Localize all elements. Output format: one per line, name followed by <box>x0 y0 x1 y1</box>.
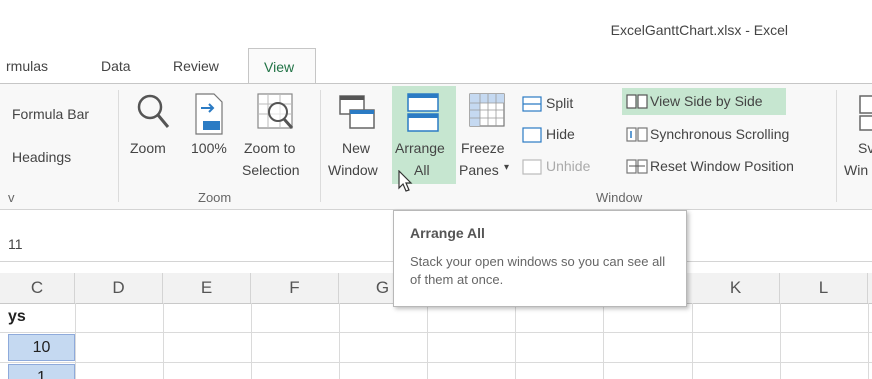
column-header-k[interactable]: K <box>692 273 780 303</box>
magnifier-icon <box>137 94 170 128</box>
tab-review[interactable]: Review <box>173 58 219 74</box>
column-header-c[interactable]: C <box>0 273 75 303</box>
column-gridline <box>692 303 693 379</box>
new-window-button[interactable]: New Window <box>326 86 390 186</box>
zoom-to-label-2: Selection <box>242 162 300 178</box>
tab-view-label: View <box>264 59 295 75</box>
column-gridline <box>603 303 604 379</box>
view-side-by-side-button[interactable]: View Side by Side <box>622 88 786 115</box>
switch-windows-label-2: Win <box>844 162 869 178</box>
cell-c-row1[interactable]: 10 <box>8 334 75 361</box>
hide-icon <box>522 127 542 143</box>
show-group-label: v <box>8 190 15 205</box>
group-divider <box>836 90 837 202</box>
zoom-100-button[interactable]: 100% <box>188 86 234 186</box>
zoom-to-label-1: Zoom to <box>244 140 296 156</box>
hide-label: Hide <box>546 126 575 142</box>
group-divider <box>118 90 119 202</box>
group-divider <box>320 90 321 202</box>
column-header-d[interactable]: D <box>75 273 163 303</box>
new-window-label-1: New <box>342 140 371 156</box>
unhide-label: Unhide <box>546 158 591 174</box>
column-header-l[interactable]: L <box>780 273 868 303</box>
column-gridline <box>868 303 869 379</box>
switch-windows-button[interactable]: Sv Win <box>842 86 872 186</box>
tab-data[interactable]: Data <box>101 58 131 74</box>
freeze-panes-button[interactable]: Freeze Panes ▾ <box>458 86 516 186</box>
window-title: ExcelGanttChart.xlsx - Excel <box>610 22 788 38</box>
name-box[interactable]: 11 <box>8 236 23 252</box>
arrange-all-icon <box>407 93 439 132</box>
column-header-f[interactable]: F <box>251 273 339 303</box>
view-side-by-side-label: View Side by Side <box>650 93 763 109</box>
reset-window-position-label: Reset Window Position <box>650 158 794 174</box>
formula-bar-checkbox[interactable]: Formula Bar <box>12 106 89 122</box>
reset-window-position-button[interactable]: Reset Window Position <box>622 154 832 178</box>
zoom-100-icon <box>195 93 223 135</box>
new-window-icon <box>339 95 375 129</box>
column-gridline <box>75 303 76 379</box>
synchronous-scrolling-label: Synchronous Scrolling <box>650 126 790 142</box>
zoom-selection-icon <box>257 93 294 129</box>
tooltip-title: Arrange All <box>410 225 485 241</box>
arrange-all-label-1: Arrange <box>395 140 445 156</box>
side-by-side-icon <box>626 94 648 109</box>
headings-checkbox[interactable]: Headings <box>12 149 71 165</box>
column-gridline <box>780 303 781 379</box>
freeze-panes-label-1: Freeze <box>461 140 505 156</box>
freeze-panes-icon <box>469 93 505 127</box>
freeze-panes-dropdown-icon: ▾ <box>504 162 510 173</box>
arrange-all-label-2: All <box>414 162 430 178</box>
sync-scroll-icon <box>626 127 648 142</box>
hide-button[interactable]: Hide <box>520 125 608 145</box>
unhide-icon <box>522 159 542 175</box>
tab-view[interactable]: View <box>248 48 316 84</box>
tooltip-body: Stack your open windows so you can see a… <box>410 254 666 287</box>
column-gridline <box>251 303 252 379</box>
window-group-label: Window <box>596 190 643 205</box>
split-button[interactable]: Split <box>520 94 608 114</box>
zoom-label: Zoom <box>130 140 166 156</box>
synchronous-scrolling-button[interactable]: Synchronous Scrolling <box>622 122 822 146</box>
column-header-e[interactable]: E <box>163 273 251 303</box>
row-gridline <box>0 362 872 363</box>
split-label: Split <box>546 95 574 111</box>
cell-c-header[interactable]: ys <box>8 308 26 326</box>
column-gridline <box>427 303 428 379</box>
zoom-100-label: 100% <box>191 140 227 156</box>
arrange-all-tooltip: Arrange All Stack your open windows so y… <box>393 210 687 307</box>
switch-windows-label-1: Sv <box>858 140 872 156</box>
reset-position-icon <box>626 159 648 174</box>
column-gridline <box>339 303 340 379</box>
switch-windows-icon <box>859 95 872 131</box>
tab-formulas[interactable]: rmulas <box>6 58 48 74</box>
column-gridline <box>515 303 516 379</box>
column-gridline <box>163 303 164 379</box>
split-icon <box>522 96 542 112</box>
new-window-label-2: Window <box>328 162 378 178</box>
cell-c-row2[interactable]: 1 <box>8 364 75 379</box>
row-gridline <box>0 332 872 333</box>
zoom-group-label: Zoom <box>198 190 232 205</box>
zoom-button[interactable]: Zoom <box>125 86 185 186</box>
zoom-to-selection-button[interactable]: Zoom to Selection <box>238 86 314 186</box>
freeze-panes-label-2: Panes <box>459 162 499 178</box>
mouse-cursor-icon <box>398 170 413 192</box>
unhide-button[interactable]: Unhide <box>520 157 608 177</box>
